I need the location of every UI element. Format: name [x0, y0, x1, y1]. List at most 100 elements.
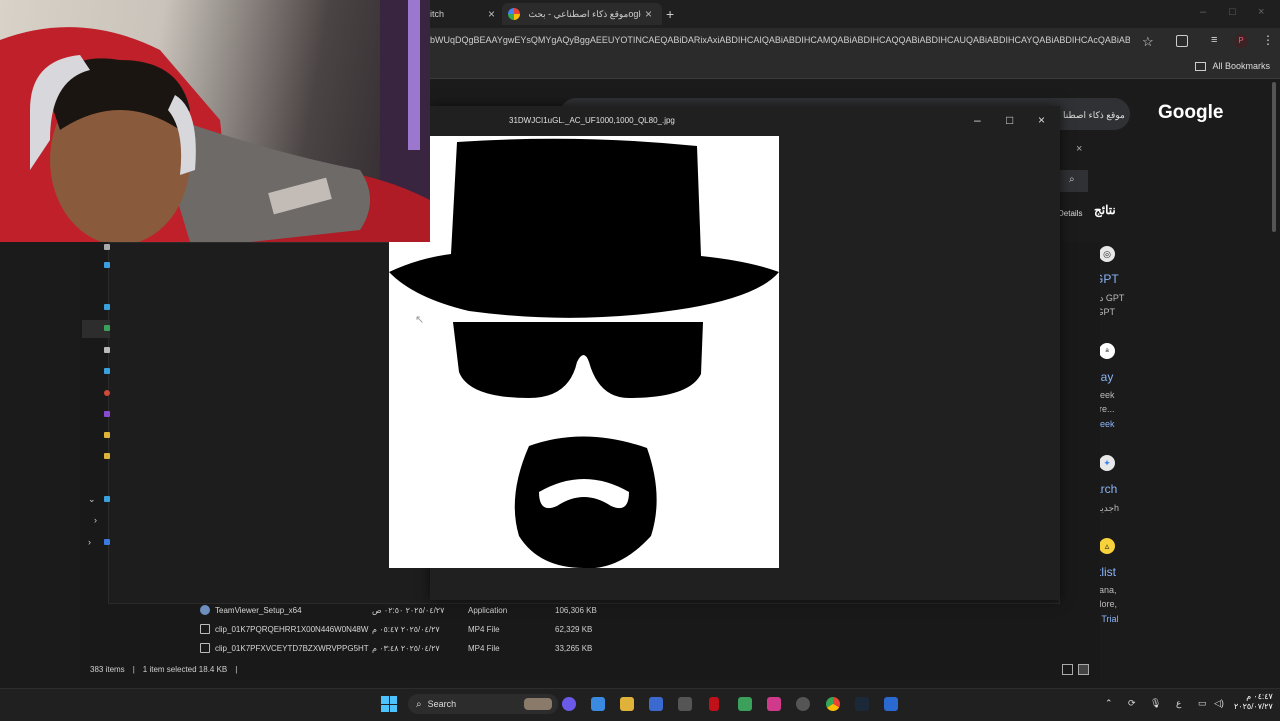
file-name: clip_01K7PFXVCEYTD7BZXWRVPPG5HT: [215, 643, 369, 653]
scrollbar[interactable]: [1272, 82, 1276, 232]
folder-icon[interactable]: [104, 432, 110, 438]
google-logo[interactable]: Google: [1158, 102, 1223, 124]
status-bar: 383 items | 1 item selected 18.4 KB |: [80, 662, 1110, 676]
selection-info: 1 item selected 18.4 KB: [142, 664, 228, 674]
details-view-icon[interactable]: [1062, 664, 1073, 675]
nav-icon[interactable]: [104, 368, 110, 374]
search-button[interactable]: ⌕: [1060, 170, 1088, 192]
tab-label: موقع ذكاء اصطناعي - بحث ‏ogle: [526, 8, 641, 19]
file-type: MP4 File: [468, 625, 500, 634]
file-name: clip_01K7PQRQEHRR1X00N446W0N48W: [215, 624, 369, 634]
chevron-down-icon[interactable]: ⌄: [88, 494, 96, 505]
copilot-icon[interactable]: [591, 697, 605, 711]
microphone-icon[interactable]: 🎙: [1150, 698, 1161, 709]
chevron-right-icon[interactable]: ›: [94, 515, 97, 525]
close-icon[interactable]: ×: [1076, 143, 1082, 155]
tab-itch[interactable]: itch ×: [430, 3, 495, 25]
minimize-icon[interactable]: –: [1200, 6, 1206, 18]
app-icon[interactable]: [709, 697, 719, 711]
nav-icon[interactable]: [104, 262, 110, 268]
nav-icon[interactable]: [104, 411, 110, 417]
tiles-view-icon[interactable]: [1078, 664, 1089, 675]
network-icon[interactable]: [104, 539, 110, 545]
search-query: موقع ذكاء اصطنا: [1063, 110, 1125, 120]
search-icon: ⌕: [1069, 174, 1075, 185]
folder-icon: [1195, 62, 1207, 72]
volume-icon[interactable]: ◁): [1214, 698, 1224, 709]
nav-icon[interactable]: [104, 390, 110, 396]
heisenberg-image: [389, 136, 779, 569]
sync-icon[interactable]: ⟳: [1128, 698, 1136, 709]
steam-icon[interactable]: [855, 697, 869, 711]
file-row[interactable]: TeamViewer_Setup_x64: [200, 602, 302, 618]
nav-icon[interactable]: [104, 347, 110, 353]
nav-icon[interactable]: [104, 304, 110, 310]
date: ٢٠٢٥/٠٧/٢٧: [1234, 702, 1273, 711]
app-icon: [200, 605, 210, 615]
discord-icon[interactable]: [562, 697, 576, 711]
details-link[interactable]: Details: [1058, 209, 1082, 218]
separator: |: [235, 664, 238, 674]
language-indicator[interactable]: ع: [1176, 698, 1181, 709]
time: ٠٤:٤٧ م: [1246, 692, 1273, 701]
close-icon[interactable]: ×: [1258, 6, 1264, 18]
file-row[interactable]: clip_01K7PQRQEHRR1X00N446W0N48W: [200, 621, 368, 637]
item-count: 383 items: [90, 664, 125, 674]
minimize-icon[interactable]: –: [974, 113, 981, 127]
app-icon[interactable]: [884, 697, 898, 711]
instagram-icon[interactable]: [767, 697, 781, 711]
file-size: 106,306 KB: [555, 606, 597, 615]
deepseek-icon: ᵃ: [1099, 343, 1115, 359]
file-icon: [200, 624, 210, 634]
taskbar: [0, 688, 1280, 721]
file-date: ٢٠٢٥/٠٤/٢٧ ٠٣:٤٨ م: [372, 644, 440, 653]
url-field[interactable]: bWUqDQgBEAAYgwEYsQMYgAQyBggAEEUYOTINCAEQ…: [430, 35, 1130, 45]
star-icon[interactable]: ☆: [1142, 34, 1154, 50]
chevron-up-icon[interactable]: ⌃: [1105, 698, 1113, 709]
file-icon: [200, 643, 210, 653]
file-size: 33,265 KB: [555, 644, 593, 653]
chrome-icon[interactable]: [826, 697, 840, 711]
store-icon[interactable]: [649, 697, 663, 711]
maximize-icon[interactable]: □: [1006, 113, 1013, 127]
nav-icon[interactable]: [104, 496, 110, 502]
file-size: 62,329 KB: [555, 625, 593, 634]
all-bookmarks-button[interactable]: All Bookmarks: [1195, 61, 1270, 72]
search-label: Search: [427, 699, 457, 709]
separator: |: [132, 664, 135, 674]
folder-icon[interactable]: [104, 453, 110, 459]
taskbar-search[interactable]: ⌕ Search: [408, 694, 558, 714]
media-icon[interactable]: ≡: [1211, 34, 1217, 46]
network-icon[interactable]: ▭: [1198, 698, 1207, 709]
maximize-icon[interactable]: □: [1229, 6, 1236, 18]
file-type: MP4 File: [468, 644, 500, 653]
search-highlight-icon: [524, 698, 552, 710]
mouse-cursor: ↖: [415, 314, 425, 326]
viewer-title: 31DWJCI1uGL._AC_UF1000,1000_QL80_.jpg: [509, 116, 675, 125]
triangle-icon: ▵: [1099, 538, 1115, 554]
chevron-right-icon[interactable]: ›: [88, 537, 91, 547]
profile-avatar[interactable]: P: [1234, 34, 1248, 48]
bookmarks-label: All Bookmarks: [1212, 61, 1270, 71]
tab-google-search[interactable]: موقع ذكاء اصطناعي - بحث ‏ogle ×: [502, 3, 662, 25]
nav-icon[interactable]: [104, 244, 110, 250]
close-icon[interactable]: ×: [1038, 113, 1045, 127]
app-icon[interactable]: [678, 697, 692, 711]
google-icon: [508, 8, 520, 20]
file-explorer-icon[interactable]: [620, 697, 634, 711]
gemini-icon: ✦: [1099, 455, 1115, 471]
nav-icon[interactable]: [104, 325, 110, 331]
search-icon: ⌕: [416, 698, 422, 710]
menu-icon[interactable]: ⋮: [1262, 33, 1274, 47]
close-icon[interactable]: ×: [488, 7, 495, 21]
xbox-icon[interactable]: [738, 697, 752, 711]
clock[interactable]: ٠٤:٤٧ م ٢٠٢٥/٠٧/٢٧: [1234, 692, 1273, 712]
start-button[interactable]: [381, 696, 397, 712]
extensions-icon[interactable]: [1176, 35, 1188, 47]
file-date: ٢٠٢٥/٠٤/٢٧ ٠٢:٥٠ ص: [372, 606, 445, 615]
file-row[interactable]: clip_01K7PFXVCEYTD7BZXWRVPPG5HT: [200, 640, 369, 656]
new-tab-button[interactable]: +: [666, 6, 674, 22]
file-date: ٢٠٢٥/٠٤/٢٧ ٠٥:٤٧ م: [372, 625, 440, 634]
settings-icon[interactable]: [796, 697, 810, 711]
close-icon[interactable]: ×: [645, 7, 652, 21]
